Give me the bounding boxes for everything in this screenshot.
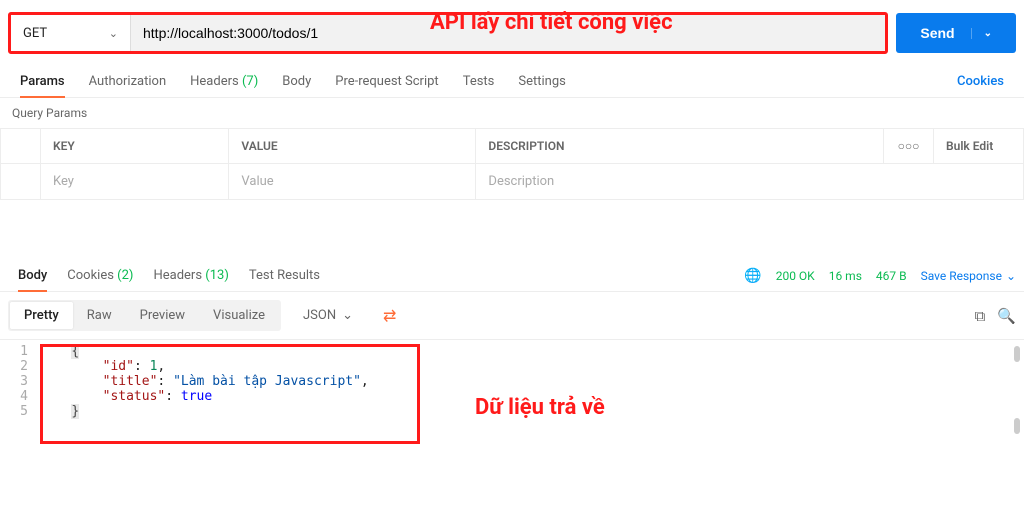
- resp-cookies-count: (2): [117, 268, 133, 283]
- status-size: 467 B: [876, 269, 907, 283]
- send-label: Send: [920, 25, 954, 41]
- save-response-link[interactable]: Save Response ⌄: [921, 269, 1016, 283]
- resp-tab-body[interactable]: Body: [8, 260, 57, 291]
- search-icon[interactable]: 🔍: [997, 307, 1016, 325]
- chevron-down-icon[interactable]: ⌄: [971, 28, 992, 39]
- response-status-bar: 🌐 200 OK 16 ms 467 B Save Response ⌄: [744, 268, 1016, 284]
- tab-headers-label: Headers: [190, 74, 239, 89]
- tab-prerequest[interactable]: Pre-request Script: [323, 66, 450, 97]
- resp-headers-count: (13): [205, 268, 229, 283]
- col-key: KEY: [41, 129, 229, 164]
- json-key-id: "id": [103, 359, 134, 374]
- format-value: JSON: [303, 308, 336, 323]
- tab-headers[interactable]: Headers (7): [178, 66, 270, 97]
- query-params-heading: Query Params: [0, 98, 1024, 128]
- tab-params[interactable]: Params: [8, 66, 77, 97]
- status-time: 16 ms: [829, 269, 862, 283]
- http-method-value: GET: [23, 26, 47, 41]
- status-code: 200 OK: [776, 269, 815, 283]
- view-pretty[interactable]: Pretty: [10, 302, 73, 329]
- view-mode-tabs: Pretty Raw Preview Visualize: [8, 300, 281, 331]
- tab-authorization[interactable]: Authorization: [77, 66, 179, 97]
- url-input[interactable]: [131, 15, 885, 51]
- request-bar: GET ⌄ Send ⌄: [0, 0, 1024, 66]
- scroll-indicator: [1014, 418, 1020, 434]
- save-response-label: Save Response: [921, 269, 1002, 283]
- resp-headers-label: Headers: [153, 268, 202, 283]
- table-row: Key Value Description: [1, 164, 1024, 200]
- value-input[interactable]: Value: [229, 164, 476, 200]
- cookies-link[interactable]: Cookies: [945, 66, 1016, 97]
- send-button[interactable]: Send ⌄: [896, 13, 1016, 53]
- description-input[interactable]: Description: [476, 164, 1024, 200]
- response-view-bar: Pretty Raw Preview Visualize JSON ⌄ ⇄ ⧉ …: [0, 292, 1024, 340]
- col-description: DESCRIPTION: [476, 129, 884, 164]
- response-body: 1 { 2 "id": 1, 3 "title": "Làm bài tập J…: [0, 340, 1024, 423]
- scroll-indicator: [1014, 346, 1020, 362]
- query-params-table: KEY VALUE DESCRIPTION ○○○ Bulk Edit Key …: [0, 128, 1024, 200]
- col-checkbox: [1, 129, 41, 164]
- resp-tab-cookies[interactable]: Cookies (2): [57, 260, 143, 291]
- chevron-down-icon: ⌄: [109, 27, 118, 40]
- json-key-status: "status": [103, 389, 166, 404]
- method-url-group: GET ⌄: [8, 12, 888, 54]
- resp-cookies-label: Cookies: [67, 268, 114, 283]
- view-raw[interactable]: Raw: [73, 302, 126, 329]
- http-method-select[interactable]: GET ⌄: [11, 15, 131, 51]
- row-checkbox[interactable]: [1, 164, 41, 200]
- more-icon[interactable]: ○○○: [884, 129, 934, 164]
- chevron-down-icon: ⌄: [342, 308, 353, 323]
- tab-settings[interactable]: Settings: [506, 66, 577, 97]
- view-visualize[interactable]: Visualize: [199, 302, 279, 329]
- resp-tab-headers[interactable]: Headers (13): [143, 260, 238, 291]
- format-select[interactable]: JSON ⌄: [293, 302, 363, 329]
- globe-icon[interactable]: 🌐: [744, 268, 761, 284]
- response-tabs: Body Cookies (2) Headers (13) Test Resul…: [0, 260, 1024, 292]
- wrap-lines-icon[interactable]: ⇄: [375, 302, 404, 329]
- resp-tab-test-results[interactable]: Test Results: [239, 260, 330, 291]
- chevron-down-icon: ⌄: [1006, 269, 1016, 283]
- view-preview[interactable]: Preview: [126, 302, 199, 329]
- request-tabs: Params Authorization Headers (7) Body Pr…: [0, 66, 1024, 98]
- tab-body[interactable]: Body: [270, 66, 323, 97]
- json-key-title: "title": [103, 374, 158, 389]
- json-val-status: true: [181, 389, 212, 404]
- key-input[interactable]: Key: [41, 164, 229, 200]
- col-value: VALUE: [229, 129, 476, 164]
- headers-count: (7): [242, 74, 258, 89]
- json-val-title: "Làm bài tập Javascript": [173, 374, 361, 389]
- tab-tests[interactable]: Tests: [451, 66, 507, 97]
- bulk-edit-link[interactable]: Bulk Edit: [934, 129, 1024, 164]
- copy-icon[interactable]: ⧉: [975, 307, 986, 325]
